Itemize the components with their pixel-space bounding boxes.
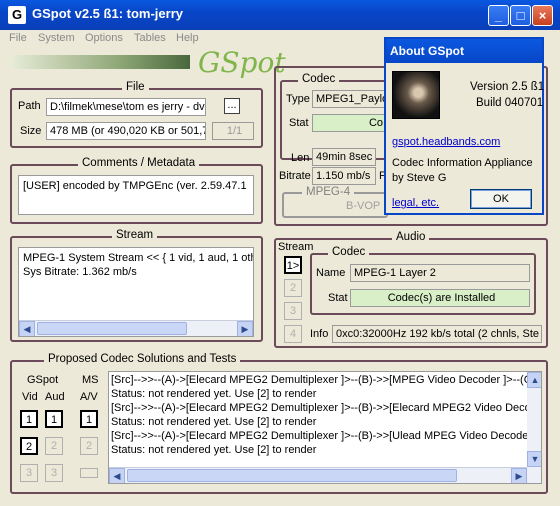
about-build: Build 040701 bbox=[476, 97, 544, 109]
type-label: Type bbox=[286, 93, 310, 105]
audio-stream-3-button[interactable]: 3 bbox=[284, 302, 302, 320]
bvop-label: B-VOP bbox=[346, 200, 381, 212]
ms-col-label: MS bbox=[82, 374, 99, 386]
gspot-vid-2-button[interactable]: 2 bbox=[20, 437, 38, 455]
minimize-button[interactable]: _ bbox=[488, 5, 509, 26]
proposed-hscrollbar[interactable]: ◀ ▶ bbox=[109, 467, 527, 483]
about-desc-2: by Steve G bbox=[392, 172, 447, 184]
close-button[interactable]: × bbox=[532, 5, 553, 26]
about-dialog: About GSpot Version 2.5 ß1 Build 040701 … bbox=[384, 37, 544, 215]
ms-av-1-button[interactable]: 1 bbox=[80, 410, 98, 428]
comments-textbox[interactable]: [USER] encoded by TMPGEnc (ver. 2.59.47.… bbox=[18, 175, 254, 215]
stream-hscrollbar[interactable]: ◀ ▶ bbox=[19, 320, 253, 336]
gspot-aud-2-button[interactable]: 2 bbox=[45, 437, 63, 455]
codec-group-title: Codec bbox=[298, 73, 340, 85]
proposed-line: [Src]-->>--(A)->[Elecard MPEG2 Demultipl… bbox=[111, 430, 542, 442]
proposed-line: Status: not rendered yet. Use [2] to ren… bbox=[111, 444, 317, 456]
proposed-vscrollbar[interactable]: ▲ ▼ bbox=[527, 372, 541, 483]
scroll-left-icon[interactable]: ◀ bbox=[19, 321, 35, 336]
path-field[interactable]: D:\filmek\mese\tom es jerry - dvd bbox=[46, 98, 206, 116]
ms-av-2-button[interactable]: 2 bbox=[80, 437, 98, 455]
stream-line: Sys Bitrate: 1.362 mb/s bbox=[23, 266, 137, 278]
app-icon[interactable]: G bbox=[8, 6, 26, 24]
scroll-up-icon[interactable]: ▲ bbox=[527, 372, 541, 388]
ms-av-3-button[interactable] bbox=[80, 468, 98, 478]
gspot-col-label: GSpot bbox=[27, 374, 59, 386]
about-desc-1: Codec Information Appliance bbox=[392, 157, 533, 169]
window-title: GSpot v2.5 ß1: tom-jerry bbox=[32, 6, 183, 21]
audio-name-field: MPEG-1 Layer 2 bbox=[350, 264, 530, 282]
audio-stream-label: Stream bbox=[278, 241, 314, 253]
scroll-right-icon[interactable]: ▶ bbox=[237, 321, 253, 336]
stream-group-title: Stream bbox=[112, 229, 158, 241]
menu-tables[interactable]: Tables bbox=[134, 32, 166, 44]
stream-line: MPEG-1 System Stream << { 1 vid, 1 aud, … bbox=[23, 252, 254, 264]
audio-stat-field: Codec(s) are Installed bbox=[350, 289, 530, 307]
proposed-line: [Src]-->>--(A)->[Elecard MPEG2 Demultipl… bbox=[111, 374, 542, 386]
file-group-title: File bbox=[122, 81, 149, 93]
audio-stream-1-button[interactable]: 1> bbox=[284, 256, 302, 274]
audio-info-label: Info bbox=[310, 328, 329, 340]
about-title: About GSpot bbox=[386, 39, 542, 63]
about-ok-button[interactable]: OK bbox=[470, 189, 532, 209]
scroll-down-icon[interactable]: ▼ bbox=[527, 451, 541, 467]
audio-name-label: Name bbox=[316, 267, 346, 279]
codec-stat-label: Stat bbox=[289, 117, 309, 129]
gspot-vid-1-button[interactable]: 1 bbox=[20, 410, 38, 428]
vid-col-label: Vid bbox=[22, 391, 38, 403]
gspot-aud-3-button[interactable]: 3 bbox=[45, 464, 63, 482]
about-photo bbox=[392, 71, 440, 119]
proposed-group-title: Proposed Codec Solutions and Tests bbox=[44, 353, 241, 365]
about-legal-link[interactable]: legal, etc. bbox=[392, 197, 439, 209]
aud-col-label: Aud bbox=[45, 391, 65, 403]
proposed-textbox[interactable]: [Src]-->>--(A)->[Elecard MPEG2 Demultipl… bbox=[108, 371, 542, 484]
len-label: Len bbox=[291, 152, 310, 164]
title-bar: G GSpot v2.5 ß1: tom-jerry _ □ × bbox=[0, 0, 560, 30]
comments-group-title: Comments / Metadata bbox=[78, 157, 200, 169]
audio-group-title: Audio bbox=[392, 231, 430, 243]
type-field: MPEG1_Paylo bbox=[312, 90, 386, 108]
progress-strip bbox=[10, 55, 190, 69]
gspot-vid-3-button[interactable]: 3 bbox=[20, 464, 38, 482]
len-field: 49min 8sec bbox=[312, 148, 376, 166]
about-url-link[interactable]: gspot.headbands.com bbox=[392, 136, 500, 148]
mpeg4-title: MPEG-4 bbox=[302, 186, 355, 198]
bitrate-field: 1.150 mb/s bbox=[312, 167, 376, 185]
bitrate-label: Bitrate bbox=[279, 170, 311, 182]
file-counter: 1/1 bbox=[212, 122, 254, 140]
proposed-line: [Src]-->>--(A)->[Elecard MPEG2 Demultipl… bbox=[111, 402, 542, 414]
scroll-right-icon[interactable]: ▶ bbox=[511, 468, 527, 483]
size-field[interactable]: 478 MB (or 490,020 KB or 501,78 bbox=[46, 122, 206, 140]
scroll-left-icon[interactable]: ◀ bbox=[109, 468, 125, 483]
browse-button[interactable]: ... bbox=[224, 98, 240, 114]
about-version: Version 2.5 ß1 bbox=[470, 81, 545, 93]
audio-stat-label: Stat bbox=[328, 292, 348, 304]
menu-help[interactable]: Help bbox=[176, 32, 199, 44]
menu-system[interactable]: System bbox=[38, 32, 75, 44]
stream-textbox[interactable]: MPEG-1 System Stream << { 1 vid, 1 aud, … bbox=[18, 247, 254, 337]
maximize-button[interactable]: □ bbox=[510, 5, 531, 26]
codec-stat-field: Co bbox=[312, 114, 386, 132]
av-col-label: A/V bbox=[80, 391, 98, 403]
menu-options[interactable]: Options bbox=[85, 32, 123, 44]
proposed-line: Status: not rendered yet. Use [2] to ren… bbox=[111, 388, 317, 400]
audio-info-field: 0xc0:32000Hz 192 kb/s total (2 chnls, St… bbox=[332, 325, 542, 343]
proposed-line: Status: not rendered yet. Use [2] to ren… bbox=[111, 416, 317, 428]
gspot-logo: GSpot bbox=[198, 46, 286, 79]
gspot-aud-1-button[interactable]: 1 bbox=[45, 410, 63, 428]
audio-codec-title: Codec bbox=[328, 246, 370, 258]
scroll-thumb[interactable] bbox=[37, 322, 187, 335]
path-label: Path bbox=[18, 100, 41, 112]
audio-stream-2-button[interactable]: 2 bbox=[284, 279, 302, 297]
menu-file[interactable]: File bbox=[9, 32, 27, 44]
size-label: Size bbox=[20, 125, 42, 137]
scroll-thumb[interactable] bbox=[127, 469, 457, 482]
audio-stream-4-button[interactable]: 4 bbox=[284, 325, 302, 343]
